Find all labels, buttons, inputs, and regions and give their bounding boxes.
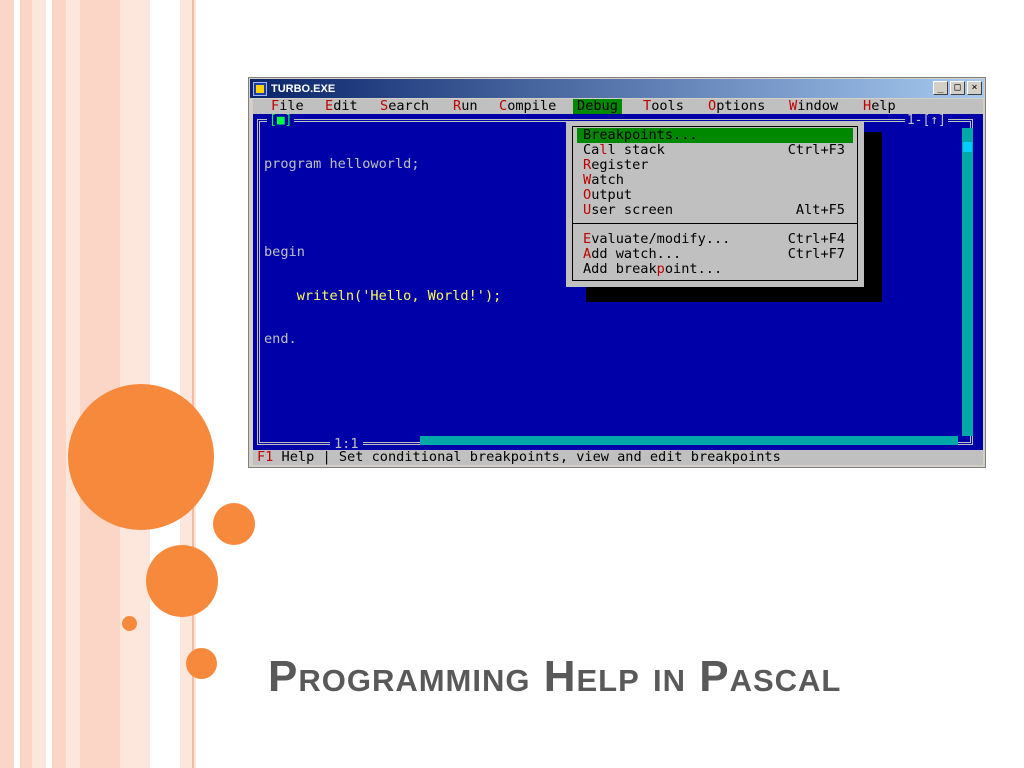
status-separator: | [314, 449, 339, 465]
app-icon [253, 81, 267, 96]
code-line: end. [264, 331, 297, 348]
menu-run[interactable]: Run [449, 99, 482, 114]
menu-options[interactable]: Options [704, 99, 769, 114]
scroll-thumb[interactable] [963, 142, 972, 152]
menu-item-register[interactable]: Register [577, 158, 853, 173]
menu-item-evaluate-modify[interactable]: Evaluate/modify... Ctrl+F4 [577, 232, 853, 247]
code-line: writeln('Hello, World!'); [264, 287, 502, 304]
menu-bar: File Edit Search Run Compile Debug Tools… [253, 99, 983, 114]
menu-window[interactable]: Window [785, 99, 842, 114]
code-line: begin [264, 243, 305, 260]
editor-close-box[interactable]: [■] [267, 114, 295, 128]
menu-item-add-watch[interactable]: Add watch... Ctrl+F7 [577, 247, 853, 262]
minimize-button[interactable]: _ [933, 81, 948, 95]
menu-help[interactable]: Help [859, 99, 900, 114]
menu-item-output[interactable]: Output [577, 188, 853, 203]
menu-item-call-stack[interactable]: Call stack Ctrl+F3 [577, 143, 853, 158]
slide-title: Programming Help in Pascal [268, 652, 842, 701]
code-editor[interactable]: program helloworld; begin writeln('Hello… [264, 128, 501, 376]
code-line: program helloworld; [264, 156, 420, 173]
decorative-circle-tiny [122, 616, 137, 631]
menu-item-watch[interactable]: Watch [577, 173, 853, 188]
help-label: Help [273, 449, 315, 465]
decorative-stripes [0, 0, 196, 768]
horizontal-scrollbar[interactable] [420, 436, 958, 445]
menu-separator [573, 223, 857, 224]
decorative-circle-large [68, 384, 214, 530]
help-hotkey[interactable]: F1 [257, 449, 273, 465]
window-titlebar[interactable]: TURBO.EXE _ □ × [250, 79, 984, 98]
debug-dropdown: Breakpoints... Call stack Ctrl+F3 Registe… [566, 121, 864, 287]
menu-debug[interactable]: Debug [573, 99, 622, 114]
maximize-button[interactable]: □ [950, 81, 965, 95]
menu-edit[interactable]: Edit [321, 99, 362, 114]
status-message: Set conditional breakpoints, view and ed… [338, 449, 781, 465]
decorative-circle-small-2 [186, 648, 217, 679]
turbo-window: TURBO.EXE _ □ × File Edit Search Run Com… [248, 77, 986, 468]
close-button[interactable]: × [967, 81, 982, 95]
menu-tools[interactable]: Tools [639, 99, 688, 114]
menu-item-add-breakpoint[interactable]: Add breakpoint... [577, 262, 853, 277]
menu-compile[interactable]: Compile [495, 99, 560, 114]
editor-window-number[interactable]: 1-[↑] [904, 114, 948, 128]
menu-item-user-screen[interactable]: User screen Alt+F5 [577, 203, 853, 218]
menu-item-breakpoints[interactable]: Breakpoints... [577, 128, 853, 143]
menu-search[interactable]: Search [376, 99, 433, 114]
status-bar: F1 Help | Set conditional breakpoints, v… [253, 450, 983, 465]
vertical-scrollbar[interactable] [962, 128, 973, 436]
window-title: TURBO.EXE [271, 82, 336, 95]
decorative-circle-medium [146, 545, 218, 617]
dos-screen: File Edit Search Run Compile Debug Tools… [253, 99, 983, 465]
window-controls: _ □ × [933, 81, 982, 95]
menu-file[interactable]: File [267, 99, 308, 114]
decorative-circle-small [213, 503, 255, 545]
